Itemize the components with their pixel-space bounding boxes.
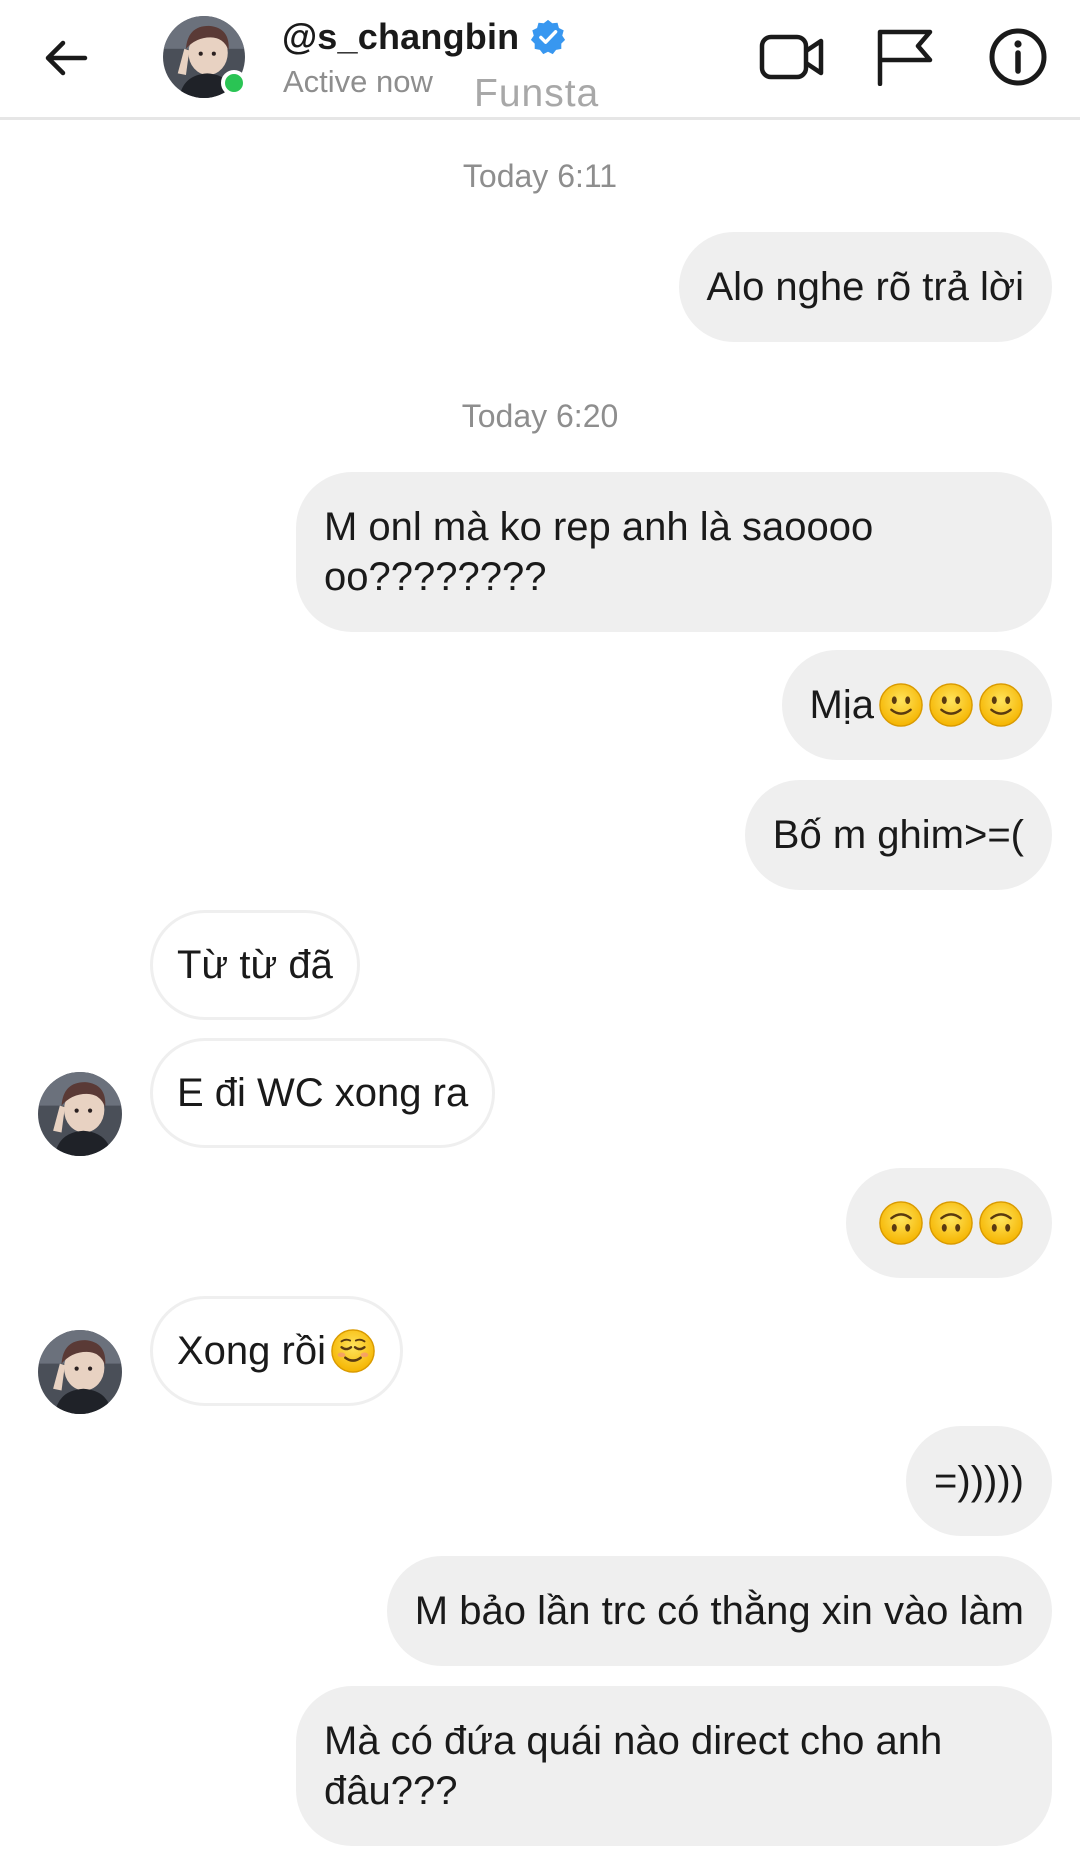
watermark-text: Funsta <box>474 72 600 115</box>
video-camera-icon <box>759 34 824 80</box>
chat-header: @s_changbin Active now Funsta <box>0 0 1080 120</box>
relieved-face-icon <box>330 1328 376 1374</box>
info-icon <box>989 28 1047 86</box>
info-button[interactable] <box>983 22 1053 92</box>
username: @s_changbin <box>282 16 520 57</box>
sender-avatar[interactable] <box>38 1072 122 1156</box>
sender-avatar[interactable] <box>38 1330 122 1414</box>
outgoing-message[interactable]: M onl mà ko rep anh là saoooooo???????? <box>296 472 1052 632</box>
timestamp: Today 6:20 <box>461 398 619 434</box>
upside-down-face-icon <box>928 1200 974 1246</box>
incoming-message[interactable]: E đi WC xong ra <box>150 1038 496 1148</box>
online-status-dot <box>221 70 247 96</box>
upside-down-face-icon <box>878 1200 924 1246</box>
outgoing-message[interactable] <box>846 1168 1052 1278</box>
message-text: M onl mà ko rep anh là saoooooo???????? <box>324 505 874 599</box>
upside-down-face-icon <box>978 1200 1024 1246</box>
message-text: Bố m ghim>=( <box>772 813 1024 857</box>
message-text: Mịa <box>809 683 874 727</box>
message-text: Xong rồi <box>177 1329 326 1373</box>
outgoing-message[interactable]: Bố m ghim>=( <box>744 780 1052 890</box>
video-call-button[interactable] <box>757 22 827 92</box>
outgoing-message[interactable]: =))))) <box>906 1426 1052 1536</box>
outgoing-message[interactable]: Mịa <box>781 650 1052 760</box>
flag-icon <box>877 29 933 86</box>
slightly-smiling-face-icon <box>928 682 974 728</box>
verified-badge-icon <box>531 19 566 55</box>
report-button[interactable] <box>870 22 940 92</box>
active-status-text: Active now <box>283 64 433 99</box>
username-row[interactable]: @s_changbin <box>282 14 567 60</box>
message-text: =))))) <box>934 1459 1024 1503</box>
timestamp: Today 6:11 <box>462 158 618 194</box>
profile-avatar[interactable] <box>163 16 247 98</box>
incoming-message[interactable]: Từ từ đã <box>150 910 360 1020</box>
message-text: M bảo lần trc có thằng xin vào làm <box>414 1589 1024 1633</box>
outgoing-message[interactable]: Alo nghe rõ trả lời <box>678 232 1052 342</box>
message-text: Từ từ đã <box>177 943 333 987</box>
message-text: Alo nghe rõ trả lời <box>706 265 1025 309</box>
arrow-left-icon <box>45 40 88 76</box>
outgoing-message[interactable]: M bảo lần trc có thằng xin vào làm <box>386 1556 1052 1666</box>
slightly-smiling-face-icon <box>978 682 1024 728</box>
outgoing-message[interactable]: Mà có đứa quái nào direct cho anh đâu??? <box>296 1686 1052 1846</box>
incoming-message[interactable]: Xong rồi <box>150 1296 403 1406</box>
message-text: Mà có đứa quái nào direct cho anh đâu??? <box>324 1719 954 1813</box>
message-text: E đi WC xong ra <box>177 1071 469 1115</box>
back-button[interactable] <box>38 30 94 86</box>
slightly-smiling-face-icon <box>878 682 924 728</box>
